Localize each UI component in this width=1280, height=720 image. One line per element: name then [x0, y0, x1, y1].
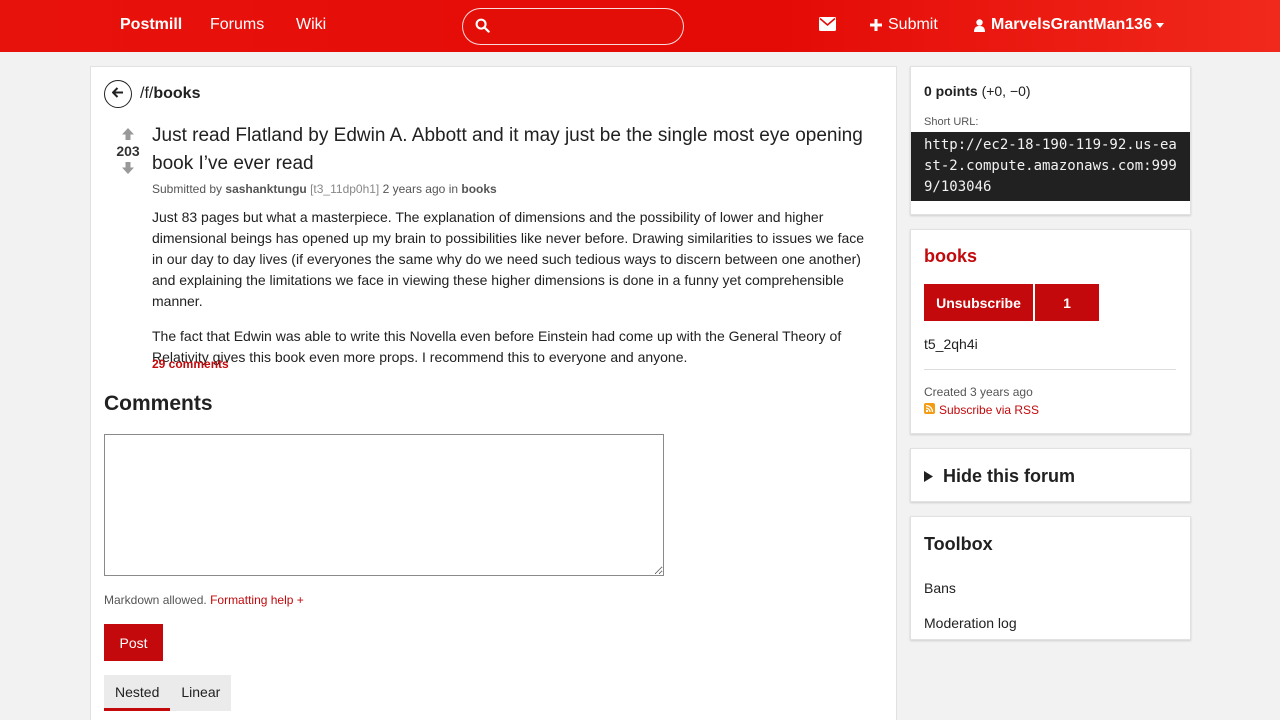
vote-widget: 203: [114, 127, 142, 175]
breadcrumb-prefix: /f/: [140, 85, 154, 102]
post-paragraph: The fact that Edwin was able to write th…: [152, 328, 842, 365]
search-box[interactable]: [462, 8, 684, 45]
envelope-icon: [819, 17, 836, 31]
comments-heading: Comments: [104, 392, 213, 415]
post-title[interactable]: Just read Flatland by Edwin A. Abbott an…: [152, 122, 882, 178]
comment-textarea[interactable]: [104, 434, 664, 576]
arrow-left-icon: [111, 85, 124, 103]
username-label: MarvelsGrantMan136: [991, 16, 1152, 33]
user-icon: [974, 18, 985, 32]
subscriber-count: 1: [1035, 284, 1099, 321]
points-summary: 0 points (+0, −0): [924, 83, 1031, 99]
messages-link[interactable]: [819, 17, 836, 31]
rss-link[interactable]: Subscribe via RSS: [924, 403, 1039, 417]
hide-forum-card: Hide this forum: [910, 448, 1191, 502]
meta-prefix: Submitted by: [152, 182, 223, 196]
arrow-up-icon: [122, 128, 134, 140]
main-panel: /f/books 203 Just read Flatland by Edwin…: [90, 66, 897, 720]
triangle-right-icon: [924, 466, 933, 487]
breadcrumb-forum-link[interactable]: books: [153, 85, 200, 102]
nav-forums-link[interactable]: Forums: [210, 16, 264, 34]
created-age: 3 years ago: [970, 385, 1033, 399]
tab-nested[interactable]: Nested: [104, 675, 171, 711]
comment-view-tabs: Nested Linear: [104, 675, 232, 711]
breadcrumb: /f/books: [140, 85, 200, 103]
meta-in: in: [448, 182, 459, 196]
upvote-button[interactable]: [114, 127, 142, 141]
caret-down-icon: [1155, 22, 1164, 28]
rss-label: Subscribe via RSS: [939, 403, 1040, 417]
markdown-note: Markdown allowed. Formatting help +: [104, 593, 304, 607]
points-total: 0 points: [924, 83, 978, 99]
formatting-help-link[interactable]: Formatting help +: [210, 593, 304, 607]
post-comment-button[interactable]: Post: [104, 624, 163, 661]
short-url-value[interactable]: http://ec2-18-190-119-92.us-east-2.compu…: [911, 132, 1190, 201]
hide-forum-label: Hide this forum: [943, 466, 1076, 486]
submit-link[interactable]: Submit: [870, 16, 938, 34]
vote-score: 203: [116, 143, 140, 159]
arrow-down-icon: [122, 162, 134, 174]
search-input[interactable]: [499, 14, 674, 39]
points-detail: (+0, −0): [981, 83, 1031, 99]
author-link[interactable]: sashanktungu: [225, 182, 306, 196]
user-menu-toggle[interactable]: MarvelsGrantMan136: [974, 16, 1164, 34]
post-info-card: 0 points (+0, −0) Short URL: http://ec2-…: [910, 66, 1191, 215]
toolbox-card: Toolbox Bans Moderation log: [910, 516, 1191, 640]
forum-info-card: books Unsubscribe 1 t5_2qh4i Created 3 y…: [910, 229, 1191, 434]
meta-forum-link[interactable]: books: [461, 182, 496, 196]
site-header: Postmill Forums Wiki Submit MarvelsGrant…: [0, 0, 1280, 52]
forum-id: t5_2qh4i: [924, 336, 978, 352]
nav-wiki-link[interactable]: Wiki: [296, 16, 326, 34]
tab-linear[interactable]: Linear: [170, 675, 231, 711]
toolbox-heading: Toolbox: [924, 534, 993, 554]
moderation-log-link[interactable]: Moderation log: [924, 615, 1017, 631]
comments-count-link[interactable]: 29 comments: [152, 357, 229, 371]
submit-label: Submit: [888, 16, 938, 33]
divider: [924, 369, 1176, 370]
plus-icon: [870, 19, 882, 31]
downvote-button[interactable]: [114, 161, 142, 175]
created-label: Created: [924, 385, 967, 399]
unsubscribe-button[interactable]: Unsubscribe: [924, 284, 1033, 321]
short-url-label: Short URL:: [924, 116, 979, 128]
search-icon: [475, 18, 491, 34]
bans-link[interactable]: Bans: [924, 580, 956, 596]
post-paragraph: Just 83 pages but what a masterpiece. Th…: [152, 209, 865, 309]
rss-icon: [924, 403, 939, 417]
post-age: 2 years ago: [382, 182, 446, 196]
post-body: Just 83 pages but what a masterpiece. Th…: [152, 207, 872, 382]
forum-created: Created 3 years ago: [924, 385, 1033, 399]
post-meta: Submitted by sashanktungu [t3_11dp0h1] 2…: [152, 182, 497, 196]
back-button[interactable]: [104, 80, 132, 108]
markdown-allowed-text: Markdown allowed.: [104, 593, 207, 607]
author-id: [t3_11dp0h1]: [310, 182, 380, 196]
forum-name-link[interactable]: books: [924, 246, 977, 267]
hide-forum-toggle[interactable]: Hide this forum: [924, 466, 1075, 487]
brand-link[interactable]: Postmill: [120, 16, 182, 34]
